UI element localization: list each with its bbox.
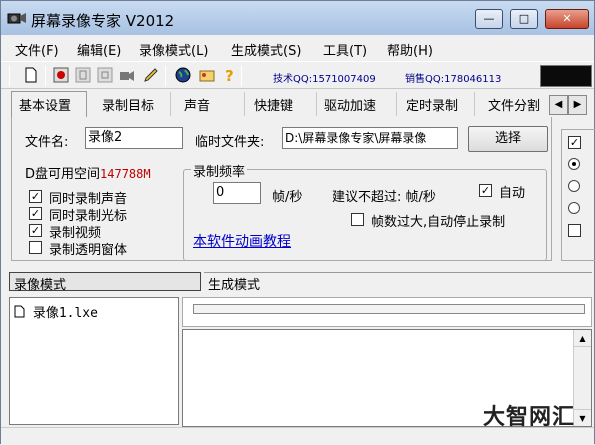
checkbox-auto-fps[interactable]: ✓ [479, 184, 492, 197]
toolbar-separator [241, 66, 242, 86]
watermark-logo: 大智网汇 [483, 405, 576, 430]
timeline-panel [182, 297, 592, 327]
settings-tabs: 基本设置 录制目标 声音 快捷键 驱动加速 定时录制 文件分割 [11, 91, 551, 117]
tech-qq-text: 技术QQ:1571007409 [273, 74, 376, 85]
tab-scroll-right-icon[interactable]: ▶ [568, 95, 587, 115]
side-checkbox[interactable]: ✓ [568, 136, 581, 149]
camera-icon[interactable] [119, 67, 135, 83]
file-name: 录像1.lxe [32, 306, 98, 321]
menu-file[interactable]: 文件(F) [15, 40, 59, 59]
recording-file-list[interactable]: 录像1.lxe [9, 297, 179, 425]
svg-text:?: ? [225, 67, 234, 83]
image-icon[interactable] [199, 67, 215, 83]
fps-unit-label: 帧/秒 [272, 190, 303, 205]
side-radio-2[interactable] [568, 180, 580, 192]
globe-icon[interactable] [175, 67, 191, 83]
right-options-panel: ✓ [561, 129, 595, 261]
app-window: 屏幕录像专家 V2012 — □ ✕ 文件(F) 编辑(E) 录像模式(L) 生… [0, 0, 595, 445]
menu-tools[interactable]: 工具(T) [323, 40, 367, 59]
temp-folder-input[interactable]: D:\屏幕录像专家\屏幕录像 [282, 127, 458, 149]
pen-icon[interactable] [143, 67, 159, 83]
framerate-group-title: 录制频率 [191, 161, 248, 180]
checkbox-auto-fps-label: 自动 [499, 186, 526, 201]
window-title: 屏幕录像专家 V2012 [31, 12, 175, 30]
menu-generate-mode[interactable]: 生成模式(S) [231, 40, 301, 59]
disk-space-text: D盘可用空间 [25, 167, 101, 182]
preview-box [540, 65, 592, 87]
toolbar-separator [165, 66, 166, 86]
tab-driver-accel[interactable]: 驱动加速 [317, 92, 397, 116]
scroll-down-icon[interactable]: ▼ [574, 409, 591, 426]
fps-input[interactable]: 0 [213, 182, 261, 204]
generate-mode-tab[interactable]: 生成模式 [204, 272, 592, 293]
camera-app-icon [7, 13, 26, 24]
tab-file-split[interactable]: 文件分割 [481, 92, 551, 116]
tab-hotkeys[interactable]: 快捷键 [247, 92, 317, 116]
side-checkbox-2[interactable] [568, 224, 581, 237]
tab-basic-settings[interactable]: 基本设置 [11, 91, 87, 117]
checkbox-transparent-window-label: 录制透明窗体 [49, 243, 128, 258]
choose-folder-button[interactable]: 选择 [468, 126, 548, 152]
close-button[interactable]: ✕ [545, 9, 589, 29]
filename-input[interactable]: 录像2 [85, 127, 183, 149]
minimize-button[interactable]: — [475, 9, 503, 29]
new-file-icon[interactable] [23, 67, 39, 83]
toolbar-separator [45, 66, 46, 86]
scroll-up-icon[interactable]: ▲ [574, 330, 591, 347]
list-item[interactable]: 录像1.lxe [14, 302, 98, 321]
vertical-scrollbar[interactable]: ▲ ▼ [573, 330, 591, 426]
disk-space-value: 147788M [100, 167, 151, 181]
disk-space-label: D盘可用空间147788M [25, 163, 151, 182]
checkbox-record-cursor[interactable]: ✓ [29, 207, 42, 220]
side-radio-1[interactable] [568, 158, 580, 170]
checkbox-record-sound[interactable]: ✓ [29, 190, 42, 203]
filename-label: 文件名: [25, 135, 69, 150]
help-icon[interactable]: ? [221, 67, 237, 83]
tab-scroll-arrows: ◀ ▶ [549, 95, 587, 115]
timeline-slider[interactable] [193, 304, 585, 314]
menu-record-mode[interactable]: 录像模式(L) [139, 40, 208, 59]
menu-edit[interactable]: 编辑(E) [77, 40, 121, 59]
tab-sound[interactable]: 声音 [177, 92, 245, 116]
title-bar: 屏幕录像专家 V2012 — □ ✕ [1, 1, 594, 35]
menu-help[interactable]: 帮助(H) [387, 40, 433, 59]
side-radio-3[interactable] [568, 202, 580, 214]
tab-record-target[interactable]: 录制目标 [95, 92, 171, 116]
checkbox-record-video[interactable]: ✓ [29, 224, 42, 237]
toolbar-separator [9, 66, 10, 86]
temp-folder-label: 临时文件夹: [195, 135, 265, 150]
menu-bar: 文件(F) 编辑(E) 录像模式(L) 生成模式(S) 工具(T) 帮助(H) [1, 37, 594, 59]
tab-scheduled-record[interactable]: 定时录制 [399, 92, 475, 116]
stop-icon[interactable] [97, 67, 113, 83]
record-icon[interactable] [53, 67, 69, 83]
file-icon [14, 305, 25, 318]
checkbox-transparent-window[interactable] [29, 241, 42, 254]
toolbar: ? 技术QQ:1571007409 销售QQ:178046113 [1, 61, 594, 89]
tutorial-link[interactable]: 本软件动画教程 [193, 231, 291, 251]
sales-qq-text: 销售QQ:178046113 [405, 74, 502, 85]
maximize-button[interactable]: □ [510, 9, 538, 29]
pause-icon[interactable] [75, 67, 91, 83]
tab-scroll-left-icon[interactable]: ◀ [549, 95, 568, 115]
checkbox-auto-stop[interactable] [351, 213, 364, 226]
fps-suggest-label: 建议不超过: 帧/秒 [332, 190, 436, 205]
checkbox-auto-stop-label: 帧数过大,自动停止录制 [371, 215, 506, 230]
record-mode-tab[interactable]: 录像模式 [9, 272, 201, 293]
